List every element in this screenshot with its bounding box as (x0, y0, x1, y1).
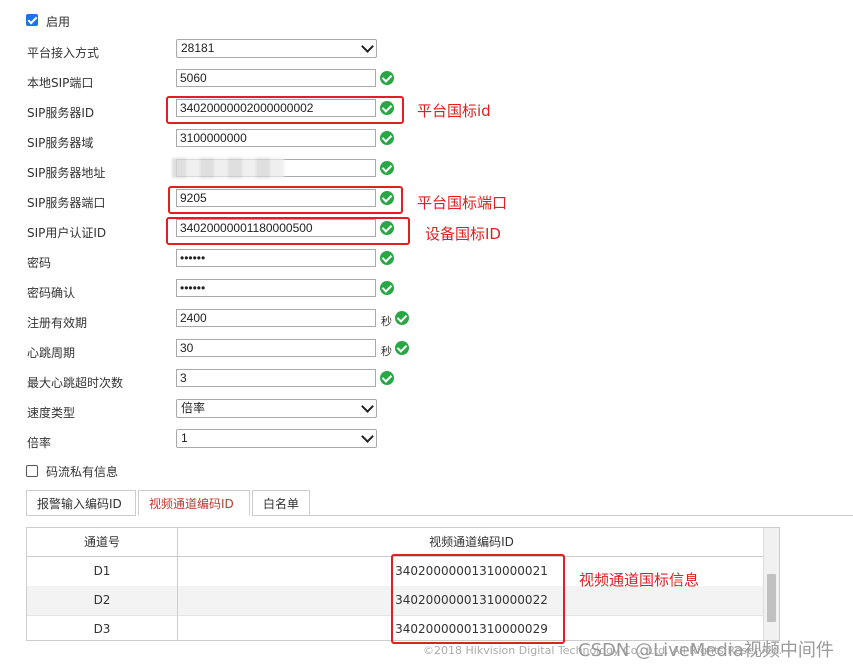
rate-label: 倍率 (27, 436, 52, 450)
annotation-box-device-id (166, 217, 410, 245)
password-confirm-input[interactable]: •••••• (176, 279, 376, 297)
check-ok-icon (380, 131, 394, 145)
access-mode-select[interactable]: 28181 (176, 39, 377, 58)
annotation-platform-port: 平台国标端口 (417, 194, 508, 212)
form-row-max-heartbeat-timeout: 最大心跳超时次数 3 (0, 366, 853, 396)
annotation-box-platform-id (166, 96, 404, 124)
stream-private-checkbox[interactable] (26, 465, 38, 477)
sip-server-id-label: SIP服务器ID (27, 106, 95, 120)
annotation-platform-id: 平台国标id (417, 102, 491, 120)
sip-server-domain-input[interactable]: 3100000000 (176, 129, 376, 147)
sip-server-port-label: SIP服务器端口 (27, 196, 106, 210)
enable-checkbox[interactable] (26, 14, 38, 26)
form-row-heartbeat: 心跳周期 30 秒 (0, 336, 853, 366)
tab-whitelist[interactable]: 白名单 (252, 490, 310, 516)
scrollbar-thumb[interactable] (767, 574, 776, 622)
heartbeat-input[interactable]: 30 (176, 339, 376, 357)
password-input[interactable]: •••••• (176, 249, 376, 267)
tab-alarm-input-id[interactable]: 报警输入编码ID (26, 490, 136, 516)
form-row-password: 密码 •••••• (0, 246, 853, 276)
sip-user-auth-id-label: SIP用户认证ID (27, 226, 107, 240)
annotation-device-id: 设备国标ID (425, 225, 501, 243)
redacted-address-blur (172, 158, 284, 178)
channel-cell: D3 (93, 622, 111, 636)
table-header: 通道号 视频通道编码ID (27, 528, 765, 557)
password-label: 密码 (27, 256, 52, 270)
column-header-video-channel-id: 视频通道编码ID (429, 535, 514, 549)
rate-select[interactable]: 1 (176, 429, 377, 448)
form-row-rate: 倍率 1 (0, 426, 853, 456)
check-ok-icon (380, 371, 394, 385)
reg-validity-label: 注册有效期 (27, 316, 88, 330)
chevron-down-icon (361, 40, 374, 53)
max-heartbeat-timeout-label: 最大心跳超时次数 (27, 376, 124, 390)
form-row-sip-server-domain: SIP服务器域 3100000000 (0, 126, 853, 156)
local-sip-port-input[interactable]: 5060 (176, 69, 376, 87)
password-confirm-label: 密码确认 (27, 286, 76, 300)
seconds-unit: 秒 (381, 315, 392, 328)
table-scrollbar[interactable] (763, 528, 779, 640)
stream-private-row: 码流私有信息 (0, 460, 200, 480)
rate-value: 1 (181, 431, 188, 445)
form-row-speed-type: 速度类型 倍率 (0, 396, 853, 426)
enable-label: 启用 (46, 15, 71, 29)
annotation-box-channel-info (391, 554, 565, 644)
enable-row: 启用 (0, 10, 200, 30)
check-ok-icon (380, 161, 394, 175)
tab-divider (310, 515, 853, 516)
chevron-down-icon (361, 430, 374, 443)
max-heartbeat-timeout-input[interactable]: 3 (176, 369, 376, 387)
form-row-reg-validity: 注册有效期 2400 秒 (0, 306, 853, 336)
annotation-box-platform-port (168, 186, 403, 214)
stream-private-label: 码流私有信息 (46, 465, 119, 479)
speed-type-value: 倍率 (181, 401, 206, 415)
form-row-access-mode: 平台接入方式 28181 (0, 36, 853, 66)
column-header-channel: 通道号 (83, 535, 120, 549)
speed-type-select[interactable]: 倍率 (176, 399, 377, 418)
check-ok-icon (380, 251, 394, 265)
local-sip-port-label: 本地SIP端口 (27, 76, 94, 90)
tab-video-channel-id[interactable]: 视频通道编码ID (138, 490, 250, 516)
chevron-down-icon (361, 400, 374, 413)
channel-cell: D2 (93, 593, 111, 607)
access-mode-label: 平台接入方式 (27, 46, 100, 60)
check-ok-icon (395, 311, 409, 325)
seconds-unit: 秒 (381, 345, 392, 358)
form-row-local-sip-port: 本地SIP端口 5060 (0, 66, 853, 96)
check-ok-icon (395, 341, 409, 355)
access-mode-value: 28181 (181, 41, 215, 55)
sip-server-addr-label: SIP服务器地址 (27, 166, 106, 180)
form-row-password-confirm: 密码确认 •••••• (0, 276, 853, 306)
sip-server-domain-label: SIP服务器域 (27, 136, 94, 150)
heartbeat-label: 心跳周期 (27, 346, 76, 360)
check-ok-icon (380, 281, 394, 295)
annotation-channel-info: 视频通道国标信息 (579, 571, 700, 589)
watermark: CSDN @LiveMedia视频中间件 (578, 640, 834, 661)
form-row-sip-server-addr: SIP服务器地址 (0, 156, 853, 186)
reg-validity-input[interactable]: 2400 (176, 309, 376, 327)
channel-cell: D1 (93, 564, 111, 578)
check-ok-icon (380, 71, 394, 85)
speed-type-label: 速度类型 (27, 406, 76, 420)
column-divider (177, 528, 178, 640)
